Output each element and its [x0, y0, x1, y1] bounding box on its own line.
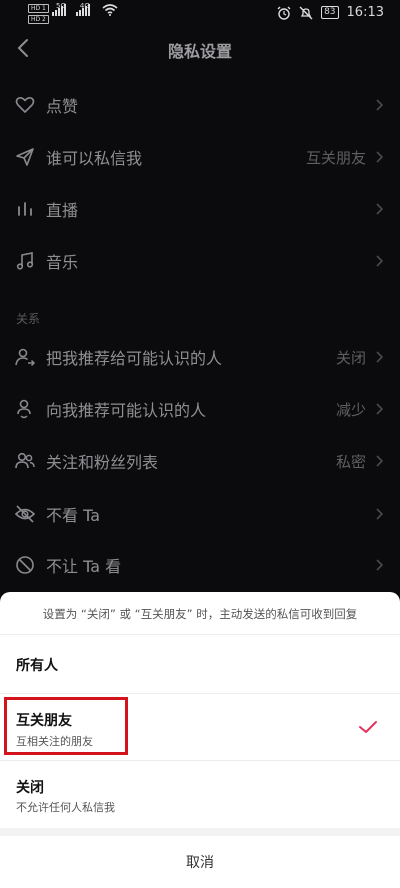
wifi-icon: [102, 4, 118, 16]
header: 隐私设置: [0, 30, 400, 66]
setting-row-who-can-dm[interactable]: 谁可以私信我 互关朋友: [0, 137, 400, 177]
dm-permission-sheet: 设置为 “关闭” 或 “互关朋友” 时，主动发送的私信可收到回复 所有人 互关朋…: [0, 592, 400, 888]
alarm-icon: [277, 6, 291, 20]
section-label-relations: 关系: [16, 312, 41, 326]
setting-row-recommend-me[interactable]: 把我推荐给可能认识的人 关闭: [0, 337, 400, 377]
sheet-gap: [0, 828, 400, 836]
sim-badges: HD 1 HD 2: [28, 4, 49, 24]
net1-label: 5G: [56, 2, 66, 10]
option-title: 关闭: [16, 780, 44, 796]
eye-off-icon: [14, 505, 36, 523]
status-bar: HD 1 HD 2 5G 4G 83 16:13: [0, 0, 400, 28]
chevron-right-icon: [376, 151, 384, 163]
setting-value: 关闭: [335, 348, 366, 367]
person-share-icon: [15, 348, 36, 367]
sim2-badge: HD 2: [28, 15, 49, 24]
option-everyone[interactable]: 所有人: [0, 635, 400, 693]
battery-indicator: 83: [321, 6, 339, 19]
clock: 16:13: [346, 5, 384, 20]
chevron-right-icon: [376, 99, 384, 111]
setting-value: 减少: [335, 400, 366, 419]
setting-row-music[interactable]: 音乐: [0, 241, 400, 281]
checkmark-icon: [359, 721, 377, 733]
net2-label: 4G: [79, 2, 90, 10]
chevron-right-icon: [376, 455, 384, 467]
setting-row-live[interactable]: 直播: [0, 189, 400, 229]
heart-icon: [15, 97, 35, 113]
block-icon: [16, 556, 34, 574]
status-right: 83 16:13: [277, 5, 384, 20]
chevron-right-icon: [376, 508, 384, 520]
music-note-icon: [16, 252, 34, 270]
mute-bell-icon: [299, 6, 313, 19]
option-title: 所有人: [16, 658, 58, 674]
setting-value: 私密: [335, 452, 366, 471]
chevron-right-icon: [376, 559, 384, 571]
setting-label: 把我推荐给可能认识的人: [46, 349, 223, 368]
setting-row-recommend-to-me[interactable]: 向我推荐可能认识的人 减少: [0, 389, 400, 429]
setting-label: 向我推荐可能认识的人: [46, 401, 207, 420]
setting-row-block-see[interactable]: 不让 Ta 看: [0, 545, 400, 585]
setting-label: 点赞: [46, 97, 79, 116]
setting-row-likes[interactable]: 点赞: [0, 85, 400, 125]
setting-label: 谁可以私信我: [46, 149, 143, 168]
setting-label: 直播: [46, 201, 79, 220]
option-off[interactable]: 关闭 不允许任何人私信我: [0, 761, 400, 827]
sheet-note: 设置为 “关闭” 或 “互关朋友” 时，主动发送的私信可收到回复: [42, 607, 358, 621]
page-title: 隐私设置: [167, 42, 232, 61]
setting-label: 音乐: [46, 253, 79, 272]
cancel-button[interactable]: 取消: [0, 852, 400, 872]
setting-row-follow-list[interactable]: 关注和粉丝列表 私密: [0, 441, 400, 481]
setting-label: 不看 Ta: [46, 506, 101, 525]
setting-label: 不让 Ta 看: [46, 557, 122, 576]
live-bars-icon: [18, 202, 32, 216]
status-left: HD 1 HD 2 5G 4G: [28, 2, 118, 24]
chevron-right-icon: [376, 403, 384, 415]
chevron-right-icon: [376, 351, 384, 363]
setting-value: 互关朋友: [305, 148, 366, 167]
chevron-right-icon: [376, 203, 384, 215]
person-suggest-icon: [17, 399, 31, 419]
option-subtitle: 不允许任何人私信我: [16, 801, 115, 814]
chevron-right-icon: [376, 255, 384, 267]
sim1-badge: HD 1: [28, 4, 49, 13]
send-icon: [16, 148, 34, 166]
setting-row-dont-see[interactable]: 不看 Ta: [0, 494, 400, 534]
setting-label: 关注和粉丝列表: [46, 453, 159, 472]
people-icon: [15, 452, 35, 469]
highlight-box: [4, 697, 128, 755]
